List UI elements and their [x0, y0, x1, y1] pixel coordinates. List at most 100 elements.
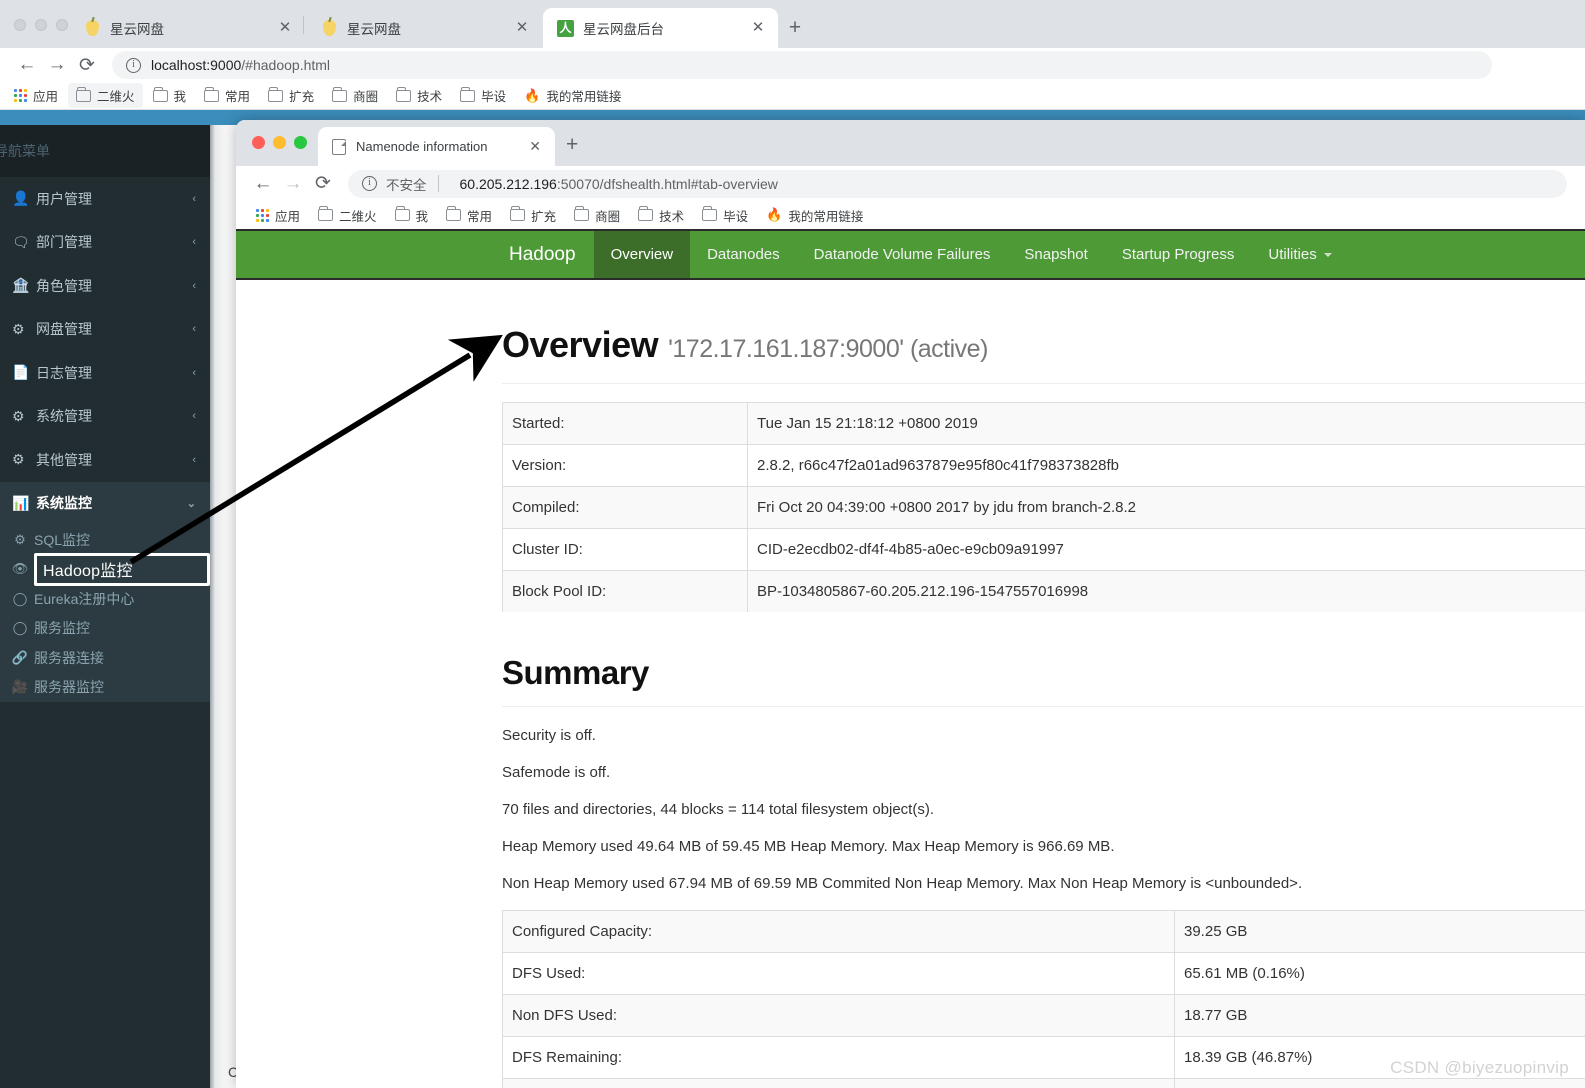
folder-icon — [460, 86, 476, 102]
back-icon[interactable]: ← — [12, 50, 42, 80]
folder-icon — [318, 206, 334, 221]
outer-bookmarks-bar: 应用 二维火 我 常用 扩充 商圈 技术 毕设 🔥 我的常用链接 — [0, 82, 1585, 110]
sidebar-subitem-service-monitor[interactable]: ◯ 服务监控 — [0, 613, 210, 643]
forward-icon[interactable]: → — [278, 169, 308, 199]
gear-icon: ⚙ — [12, 320, 25, 337]
summary-key-configured-capacity: Configured Capacity: — [502, 910, 1175, 953]
inner-bookmark-folder-2[interactable]: 我 — [387, 203, 437, 228]
page-info-icon[interactable]: i — [362, 176, 377, 191]
outer-tab-2[interactable]: 星云网盘 ✕ — [307, 8, 542, 48]
hadoop-nav-datanode-volume-failures[interactable]: Datanode Volume Failures — [797, 231, 1008, 278]
outer-tab-3[interactable]: 人 星云网盘后台 ✕ — [543, 8, 778, 48]
outer-tab-1-title: 星云网盘 — [110, 22, 164, 37]
inner-toolbar: ← → ⟳ i 不安全 60.205.212.196:50070/dfsheal… — [236, 166, 1585, 201]
hadoop-nav-utilities[interactable]: Utilities — [1251, 231, 1348, 278]
watermark: CSDN @biyezuopinvip — [1390, 1058, 1569, 1077]
overview-value-block-pool-id: BP-1034805867-60.205.212.196-15475570169… — [747, 570, 1585, 612]
inner-address-bar[interactable]: i 不安全 60.205.212.196:50070/dfshealth.htm… — [348, 169, 1567, 198]
bookmark-folder-1[interactable]: 二维火 — [68, 83, 143, 108]
sidebar-subitem-server-monitor[interactable]: 🎥 服务器监控 — [0, 672, 210, 702]
outer-tab-1-close-icon[interactable]: ✕ — [277, 20, 293, 36]
inner-bookmark-mylinks-label: 我的常用链接 — [788, 209, 864, 224]
outer-url-host: localhost:9000 — [151, 57, 242, 73]
forward-icon[interactable]: → — [42, 50, 72, 80]
hadoop-nav-startup-progress-label: Startup Progress — [1121, 246, 1235, 263]
inner-tab-close-icon[interactable]: ✕ — [529, 138, 541, 155]
chevron-left-icon: ‹ — [192, 279, 196, 292]
hadoop-nav-overview[interactable]: Overview — [593, 231, 691, 278]
chevron-left-icon: ‹ — [192, 366, 196, 379]
gear-icon: ⚙ — [12, 407, 25, 424]
window-close-icon[interactable] — [252, 136, 265, 149]
hadoop-nav-startup-progress[interactable]: Startup Progress — [1105, 231, 1252, 278]
window-maximize-dot[interactable] — [56, 19, 68, 31]
bookmark-folder-2-label: 我 — [173, 90, 187, 104]
apps-grid-icon — [14, 89, 27, 102]
outer-address-bar[interactable]: i localhost:9000/#hadoop.html — [112, 51, 1492, 79]
folder-icon — [396, 86, 412, 102]
inner-new-tab-button[interactable]: + — [566, 133, 578, 157]
summary-divider — [502, 706, 1585, 707]
folder-icon — [76, 86, 92, 102]
sidebar-subitem-sql-monitor[interactable]: ⚙ SQL监控 — [0, 525, 210, 555]
inner-window-controls[interactable] — [252, 136, 307, 149]
sidebar-subitem-eureka[interactable]: ◯ Eureka注册中心 — [0, 584, 210, 614]
window-close-dot[interactable] — [14, 19, 26, 31]
inner-bookmark-folder-7[interactable]: 毕设 — [694, 203, 756, 228]
hadoop-nav-snapshot[interactable]: Snapshot — [1007, 231, 1104, 278]
inner-bookmark-folder-4[interactable]: 扩充 — [502, 203, 564, 228]
sidebar-subitem-hadoop-monitor[interactable]: 👁 Hadoop监控 — [0, 552, 210, 586]
chevron-left-icon: ‹ — [192, 236, 196, 249]
inner-bookmark-folder-6[interactable]: 技术 — [630, 203, 692, 228]
window-minimize-icon[interactable] — [273, 136, 286, 149]
inner-bookmark-mylinks[interactable]: 🔥 我的常用链接 — [758, 203, 871, 228]
reload-icon[interactable]: ⟳ — [72, 50, 102, 80]
outer-tabstrip: 星云网盘 ✕ 星云网盘 ✕ 人 星云网盘后台 ✕ + — [0, 0, 1585, 48]
outer-tab-3-close-icon[interactable]: ✕ — [750, 20, 766, 36]
inner-bookmark-folder-1[interactable]: 二维火 — [310, 203, 385, 228]
hadoop-brand[interactable]: Hadoop — [491, 231, 594, 278]
bookmark-folder-4[interactable]: 扩充 — [260, 83, 322, 108]
outer-tab-1[interactable]: 星云网盘 ✕ — [70, 8, 305, 48]
back-icon[interactable]: ← — [248, 169, 278, 199]
bookmark-mylinks[interactable]: 🔥 我的常用链接 — [516, 83, 629, 108]
sidebar-item-department-management[interactable]: 🗨 部门管理 ‹ — [0, 221, 210, 265]
inner-tab-namenode[interactable]: Namenode information ✕ — [318, 127, 555, 166]
reload-icon[interactable]: ⟳ — [308, 169, 338, 199]
inner-bookmark-folder-7-label: 毕设 — [723, 209, 749, 224]
summary-key-non-dfs-used: Non DFS Used: — [502, 994, 1175, 1037]
sidebar-item-disk-management[interactable]: ⚙ 网盘管理 ‹ — [0, 308, 210, 352]
window-minimize-dot[interactable] — [35, 19, 47, 31]
bookmark-folder-3[interactable]: 常用 — [196, 83, 258, 108]
summary-key-dfs-used: DFS Used: — [502, 952, 1175, 995]
sidebar-subitem-server-connection[interactable]: 🔗 服务器连接 — [0, 643, 210, 673]
sidebar-item-role-management[interactable]: 🏦 角色管理 ‹ — [0, 264, 210, 308]
table-row: Started: Tue Jan 15 21:18:12 +0800 2019 — [502, 402, 1585, 445]
outer-tab-2-close-icon[interactable]: ✕ — [514, 20, 530, 36]
sidebar-item-system-management[interactable]: ⚙ 系统管理 ‹ — [0, 395, 210, 439]
folder-icon — [152, 86, 168, 102]
window-maximize-icon[interactable] — [294, 136, 307, 149]
hadoop-nav-datanodes[interactable]: Datanodes — [690, 231, 797, 278]
bookmark-folder-2[interactable]: 我 — [145, 83, 195, 108]
summary-filesystem-objects: 70 files and directories, 44 blocks = 11… — [502, 801, 935, 818]
bookmark-folder-6[interactable]: 技术 — [388, 83, 450, 108]
summary-non-heap-memory: Non Heap Memory used 67.94 MB of 69.59 M… — [502, 875, 1303, 892]
inner-bookmark-apps[interactable]: 应用 — [248, 203, 308, 228]
sidebar-item-user-management[interactable]: 👤 用户管理 ‹ — [0, 177, 210, 221]
bookmark-folder-7[interactable]: 毕设 — [452, 83, 514, 108]
sidebar-item-system-monitoring[interactable]: 📊 系统监控 ⌄ — [0, 481, 210, 525]
sidebar-subitem-server-connection-label: 服务器连接 — [34, 649, 104, 666]
inner-bookmark-folder-3[interactable]: 常用 — [438, 203, 500, 228]
sidebar-item-other-management[interactable]: ⚙ 其他管理 ‹ — [0, 438, 210, 482]
new-tab-button[interactable]: + — [782, 15, 808, 41]
sidebar-item-log-management[interactable]: 📄 日志管理 ‹ — [0, 351, 210, 395]
inner-bookmark-folder-5[interactable]: 商圈 — [566, 203, 628, 228]
bookmark-folder-5[interactable]: 商圈 — [324, 83, 386, 108]
bookmark-apps[interactable]: 应用 — [6, 83, 66, 108]
outer-window-controls[interactable] — [14, 19, 68, 31]
page-info-icon[interactable]: i — [126, 57, 141, 73]
folder-icon — [204, 86, 220, 102]
bookmark-folder-4-label: 扩充 — [289, 90, 315, 104]
chevron-left-icon: ‹ — [192, 453, 196, 466]
